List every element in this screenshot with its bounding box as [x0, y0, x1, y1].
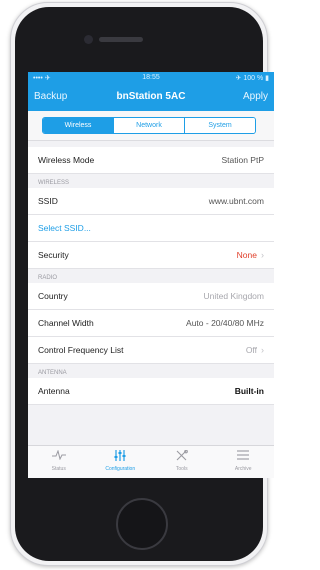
- ssid-label: SSID: [38, 196, 58, 206]
- battery-status: ✈ 100 % ▮: [235, 75, 269, 82]
- tab-wireless[interactable]: Wireless: [43, 118, 113, 133]
- tab-tools-label: Tools: [175, 466, 188, 472]
- select-ssid-link[interactable]: Select SSID...: [38, 223, 91, 233]
- segment-bar: Wireless Network System: [28, 111, 274, 141]
- ssid-value: www.ubnt.com: [208, 196, 264, 206]
- pulse-icon: [28, 449, 90, 463]
- tab-status[interactable]: Status: [28, 446, 90, 478]
- security-value: None ›: [237, 250, 264, 260]
- select-ssid-row[interactable]: Select SSID...: [28, 215, 274, 242]
- country-value: United Kingdom: [203, 291, 264, 301]
- tools-icon: [151, 449, 213, 463]
- security-label: Security: [38, 250, 69, 260]
- channel-width-value: Auto - 20/40/80 MHz: [186, 318, 264, 328]
- segmented-control: Wireless Network System: [42, 117, 256, 134]
- tab-configuration[interactable]: Configuration: [90, 446, 152, 478]
- control-frequency-label: Control Frequency List: [38, 345, 124, 355]
- tab-tools[interactable]: Tools: [151, 446, 213, 478]
- earpiece-speaker: [99, 37, 143, 42]
- security-row[interactable]: Security None ›: [28, 242, 274, 269]
- country-label: Country: [38, 291, 68, 301]
- antenna-value: Built-in: [234, 386, 264, 396]
- section-header-antenna: ANTENNA: [28, 364, 274, 378]
- tab-configuration-label: Configuration: [105, 466, 136, 472]
- chevron-right-icon: ›: [261, 250, 264, 260]
- navigation-bar: Backup bnStation 5AC Apply: [28, 85, 274, 111]
- ssid-row[interactable]: SSID www.ubnt.com: [28, 188, 274, 215]
- device-title: bnStation 5AC: [116, 91, 186, 102]
- antenna-row[interactable]: Antenna Built-in: [28, 378, 274, 405]
- antenna-label: Antenna: [38, 386, 70, 396]
- home-button[interactable]: [116, 498, 168, 550]
- wireless-mode-label: Wireless Mode: [38, 155, 95, 165]
- control-frequency-value: Off ›: [246, 345, 264, 355]
- channel-width-row[interactable]: Channel Width Auto - 20/40/80 MHz: [28, 310, 274, 337]
- control-frequency-value-text: Off: [245, 345, 257, 355]
- chevron-right-icon: ›: [261, 345, 264, 355]
- channel-width-label: Channel Width: [38, 318, 94, 328]
- app-screen: •••• ✈ 18:55 ✈ 100 % ▮ Backup bnStation …: [28, 72, 274, 478]
- list-icon: [213, 450, 275, 463]
- tab-system[interactable]: System: [184, 118, 255, 133]
- status-bar: •••• ✈ 18:55 ✈ 100 % ▮: [28, 72, 274, 85]
- tab-archive-label: Archive: [234, 466, 252, 472]
- bottom-tab-bar: Status Configuration Tools Archive: [28, 445, 274, 478]
- section-header-radio: RADIO: [28, 269, 274, 283]
- front-camera: [84, 35, 93, 44]
- wireless-mode-value: Station PtP: [221, 155, 264, 165]
- tab-network[interactable]: Network: [113, 118, 184, 133]
- apply-button[interactable]: Apply: [243, 91, 268, 102]
- section-header-wireless: WIRELESS: [28, 174, 274, 188]
- tab-status-label: Status: [51, 466, 66, 472]
- tab-archive[interactable]: Archive: [213, 446, 275, 478]
- security-value-text: None: [236, 250, 257, 260]
- sliders-icon: [90, 450, 152, 463]
- control-frequency-row[interactable]: Control Frequency List Off ›: [28, 337, 274, 364]
- wireless-mode-row[interactable]: Wireless Mode Station PtP: [28, 147, 274, 174]
- country-row[interactable]: Country United Kingdom: [28, 283, 274, 310]
